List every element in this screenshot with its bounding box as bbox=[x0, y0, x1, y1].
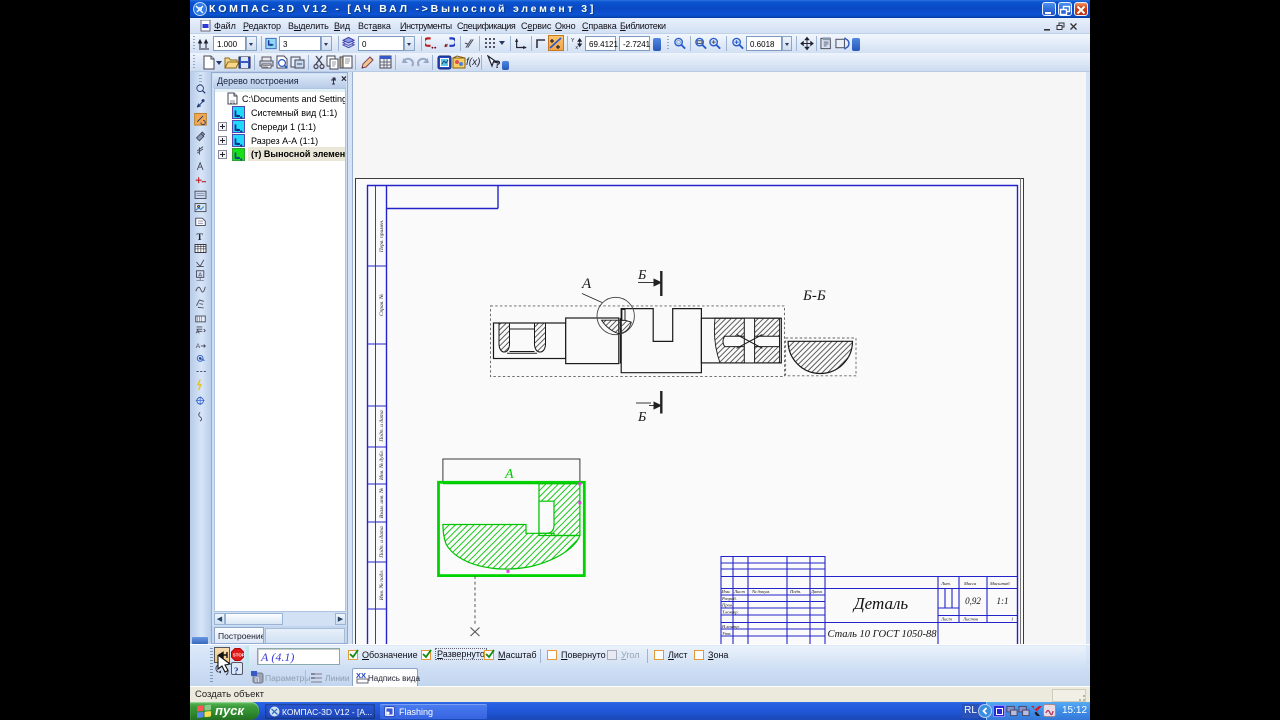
svg-text:1: 1 bbox=[1011, 617, 1013, 622]
svg-text:Пров.: Пров. bbox=[721, 603, 733, 608]
svg-text:п: п bbox=[255, 675, 259, 684]
svg-text:Подп.: Подп. bbox=[789, 589, 801, 594]
svg-text:А: А bbox=[581, 276, 592, 292]
svg-text:T: T bbox=[196, 233, 203, 243]
svg-text:Y: Y bbox=[571, 38, 575, 44]
svg-text:Б: Б bbox=[637, 410, 646, 425]
svg-text:Справ. №: Справ. № bbox=[379, 294, 385, 316]
svg-text:Разраб.: Разраб. bbox=[721, 596, 737, 601]
svg-text:Б: Б bbox=[637, 268, 646, 283]
svg-text:Масштаб: Масштаб bbox=[989, 581, 1010, 586]
svg-text:Взам. инв. №: Взам. инв. № bbox=[379, 488, 385, 518]
svg-text:STOP: STOP bbox=[233, 653, 244, 658]
svg-text:Перв. примен.: Перв. примен. bbox=[379, 220, 385, 254]
svg-text:1:1: 1:1 bbox=[997, 596, 1009, 606]
svg-text:Лит.: Лит. bbox=[940, 581, 951, 586]
svg-text:Т.контр.: Т.контр. bbox=[722, 610, 739, 615]
svg-text:Лист: Лист bbox=[733, 589, 745, 594]
svg-text:Подп. и дата: Подп. и дата bbox=[378, 410, 385, 443]
svg-text:Листов: Листов bbox=[962, 617, 978, 622]
svg-text:Подп. и дата: Подп. и дата bbox=[378, 526, 385, 559]
svg-text:A: A bbox=[196, 343, 201, 350]
svg-text:№ докум.: № докум. bbox=[751, 589, 770, 594]
svg-text:Н.контр.: Н.контр. bbox=[721, 624, 740, 629]
svg-text:x: x bbox=[575, 45, 578, 51]
svg-text:?: ? bbox=[234, 666, 239, 676]
svg-text:Дата: Дата bbox=[810, 589, 823, 594]
svg-text:Лист: Лист bbox=[940, 617, 952, 622]
svg-text:Утв.: Утв. bbox=[722, 631, 732, 636]
svg-text:Инв. № дубл.: Инв. № дубл. bbox=[378, 450, 385, 481]
svg-text:Б-Б: Б-Б bbox=[802, 288, 826, 304]
svg-text:0,92: 0,92 bbox=[965, 596, 981, 606]
svg-text:?: ? bbox=[494, 59, 501, 70]
svg-text:Масса: Масса bbox=[963, 581, 977, 586]
svg-text:A: A bbox=[196, 330, 200, 336]
svg-text:Сталь 10 ГОСТ 1050-88: Сталь 10 ГОСТ 1050-88 bbox=[827, 629, 937, 640]
svg-text:Изм.: Изм. bbox=[721, 589, 731, 594]
svg-text:Инв. № подл.: Инв. № подл. bbox=[378, 570, 385, 601]
svg-text:А: А bbox=[504, 467, 514, 482]
svg-text:Деталь: Деталь bbox=[852, 594, 909, 613]
